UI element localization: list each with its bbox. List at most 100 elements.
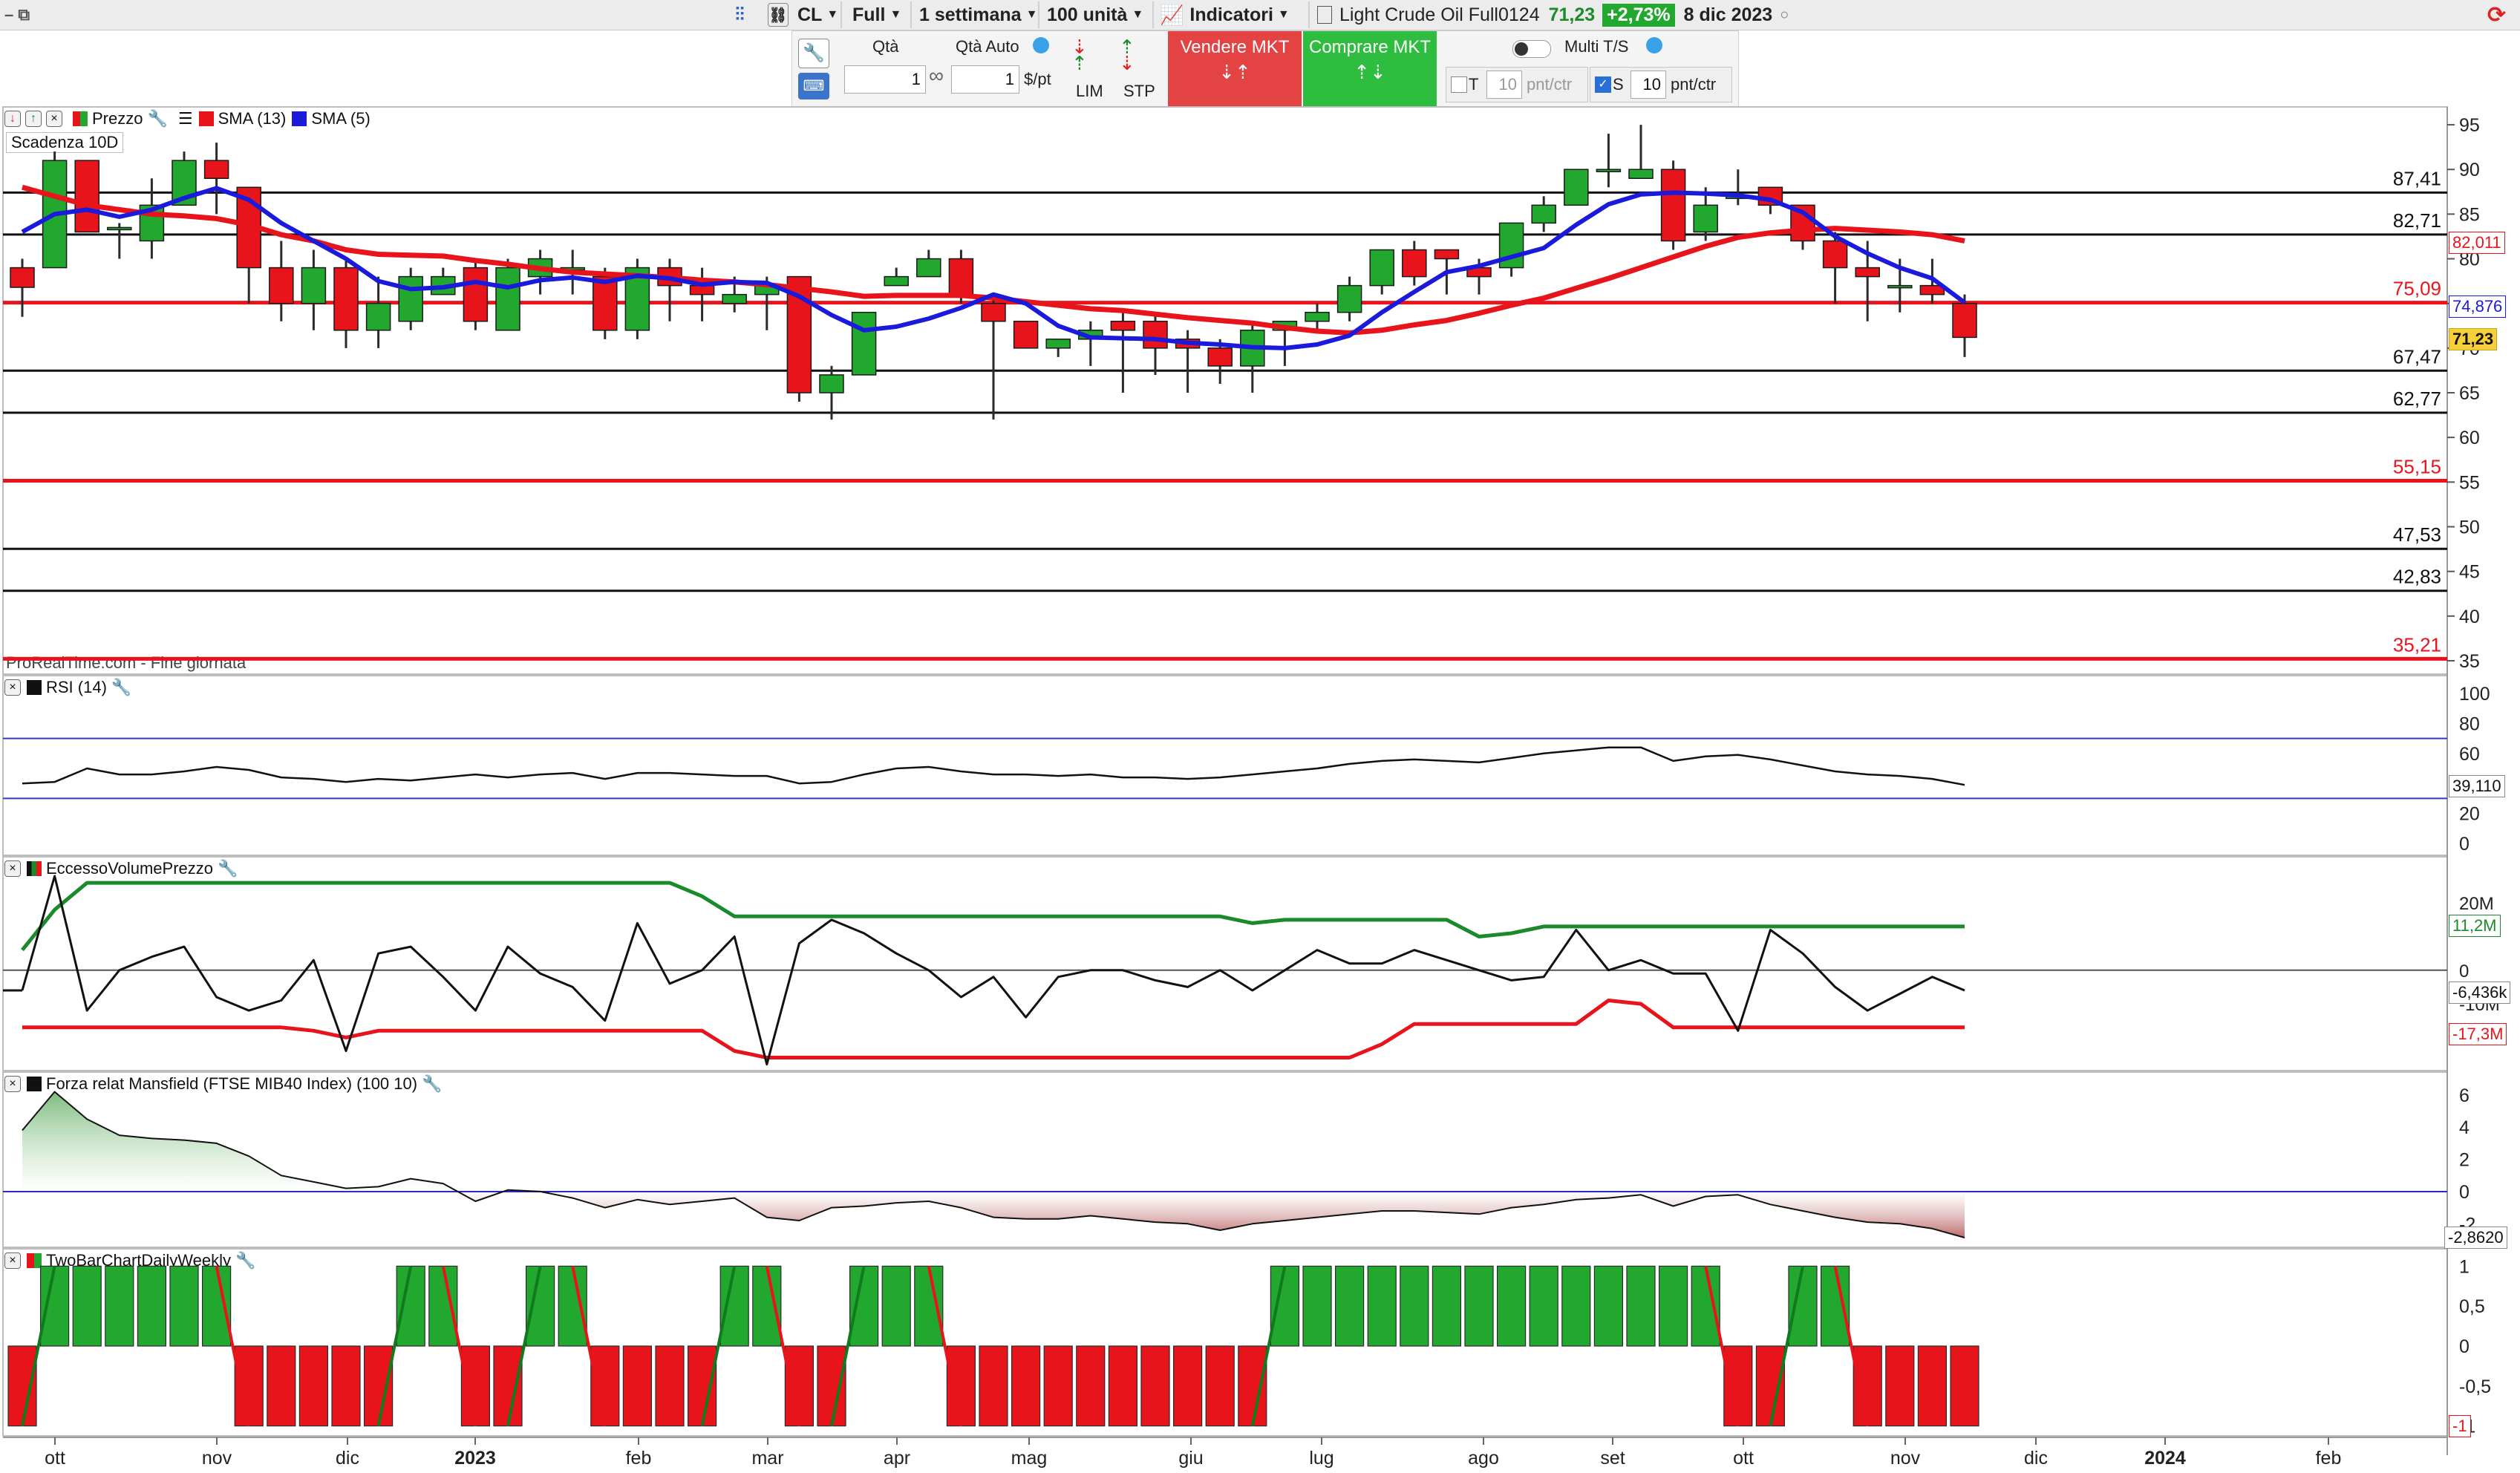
candle-body <box>689 284 715 295</box>
twobar-bar <box>1755 1345 1785 1427</box>
twobar-bar <box>1691 1265 1720 1347</box>
twobar-tick-label: 0 <box>2459 1336 2470 1357</box>
x-tick-label: apr <box>884 1448 910 1469</box>
evp-lower-tag: -17,3M <box>2449 1023 2507 1045</box>
candle-body <box>301 267 327 304</box>
twobar-bar <box>1464 1265 1494 1347</box>
twobar-bar <box>1270 1265 1300 1347</box>
rsi-tick-label: 80 <box>2459 713 2480 734</box>
twobar-bar <box>979 1345 1008 1427</box>
evp-upper-band <box>21 881 1965 952</box>
twobar-bar <box>169 1265 199 1347</box>
candle-body <box>884 275 909 287</box>
mansfield-tick-label: 0 <box>2459 1182 2470 1203</box>
panel-frame <box>2 675 2448 856</box>
price-tick-label: 60 <box>2459 428 2480 448</box>
x-tick-label: feb <box>2316 1448 2342 1469</box>
candle-body <box>819 374 844 393</box>
rsi-line <box>22 746 1965 786</box>
mansfield-positive-area <box>22 1091 1965 1192</box>
candle-body <box>1110 321 1136 331</box>
fib-level-label: 67,47 <box>2393 345 2441 368</box>
twobar-bar <box>525 1265 555 1347</box>
twobar-bar <box>1205 1345 1235 1427</box>
twobar-bar <box>1917 1345 1947 1427</box>
candle-body <box>1628 169 1654 180</box>
x-tick-label: mar <box>751 1448 783 1469</box>
twobar-bar <box>590 1345 620 1427</box>
candle-body <box>948 258 974 295</box>
candle-body <box>593 275 618 331</box>
twobar-bar <box>202 1265 232 1347</box>
x-tick-label: 2023 <box>454 1448 496 1469</box>
twobar-bar <box>1011 1345 1041 1427</box>
rsi-tick-label: 60 <box>2459 744 2480 765</box>
twobar-bar <box>1561 1265 1591 1347</box>
candle-body <box>1887 284 1913 289</box>
twobar-bar <box>396 1265 425 1347</box>
twobar-bar <box>914 1265 944 1347</box>
twobar-bar <box>1853 1345 1882 1427</box>
x-tick-label: dic <box>2024 1448 2048 1469</box>
twobar-bar <box>105 1265 134 1347</box>
twobar-bar <box>1626 1265 1656 1347</box>
chart-canvas[interactable]: 87,41 82,71 75,09 67,47 62,77 55,15 47,53 42,83… <box>0 0 2520 1473</box>
twobar-bar <box>687 1345 717 1427</box>
candle-body <box>1693 204 1718 233</box>
twobar-bar <box>1172 1345 1203 1427</box>
mansfield-value-tag: -2,8620 <box>2444 1227 2507 1249</box>
price-tick-label: 95 <box>2459 115 2480 136</box>
twobar-bar <box>428 1265 458 1347</box>
candle-body <box>1402 249 1427 278</box>
sma5-axis-tag: 74,876 <box>2449 295 2507 318</box>
candle-body <box>1531 204 1556 224</box>
twobar-bar <box>1593 1265 1623 1347</box>
candle-body <box>1855 267 1880 278</box>
price-tick-label: 40 <box>2459 607 2480 627</box>
twobar-bar <box>817 1345 846 1427</box>
twobar-bar <box>298 1345 328 1427</box>
candle-body <box>722 293 747 304</box>
rsi-tick-label: 0 <box>2459 834 2470 855</box>
evp-value-tag: -6,436k <box>2449 982 2511 1004</box>
fib-level-label: 82,71 <box>2393 209 2441 232</box>
twobar-tick-label: 0,5 <box>2459 1296 2485 1317</box>
twobar-bar <box>1529 1265 1558 1347</box>
twobar-value-tag: -1 <box>2449 1415 2471 1437</box>
fib-level-label: 62,77 <box>2393 388 2441 410</box>
twobar-bar <box>1723 1345 1753 1427</box>
rsi-value-tag: 39,110 <box>2449 775 2505 797</box>
mansfield-negative-area <box>22 1191 1965 1238</box>
sma13-axis-tag: 82,011 <box>2449 232 2505 254</box>
candle-body <box>1143 321 1168 349</box>
twobar-bar <box>137 1265 166 1347</box>
twobar-bar <box>234 1345 264 1427</box>
panel-frame <box>2 856 2448 1071</box>
candle-body <box>1305 311 1330 322</box>
candle-body <box>365 302 391 331</box>
twobar-bar <box>1432 1265 1462 1347</box>
candle-body <box>333 267 359 331</box>
twobar-bar <box>1788 1265 1818 1347</box>
twobar-bar <box>1302 1265 1332 1347</box>
x-tick-label: set <box>1600 1448 1625 1469</box>
candle-body <box>463 267 489 322</box>
twobar-bar <box>849 1265 879 1347</box>
evp-tick-label: 20M <box>2459 894 2494 914</box>
twobar-bar <box>1334 1265 1365 1347</box>
twobar-bar <box>946 1345 976 1427</box>
twobar-bar <box>1238 1345 1267 1427</box>
twobar-bar <box>1367 1265 1397 1347</box>
twobar-bar <box>655 1345 685 1427</box>
twobar-bar <box>1885 1345 1915 1427</box>
fib-level-label: 75,09 <box>2393 278 2441 300</box>
candle-body <box>1336 284 1362 313</box>
candle-body <box>74 160 99 233</box>
twobar-bar <box>1400 1265 1429 1347</box>
candle-body <box>981 302 1006 322</box>
price-tick-label: 85 <box>2459 204 2480 225</box>
twobar-bar <box>622 1345 653 1427</box>
twobar-bar <box>72 1265 102 1347</box>
twobar-bar <box>1043 1345 1073 1427</box>
x-tick-label: ott <box>45 1448 65 1469</box>
